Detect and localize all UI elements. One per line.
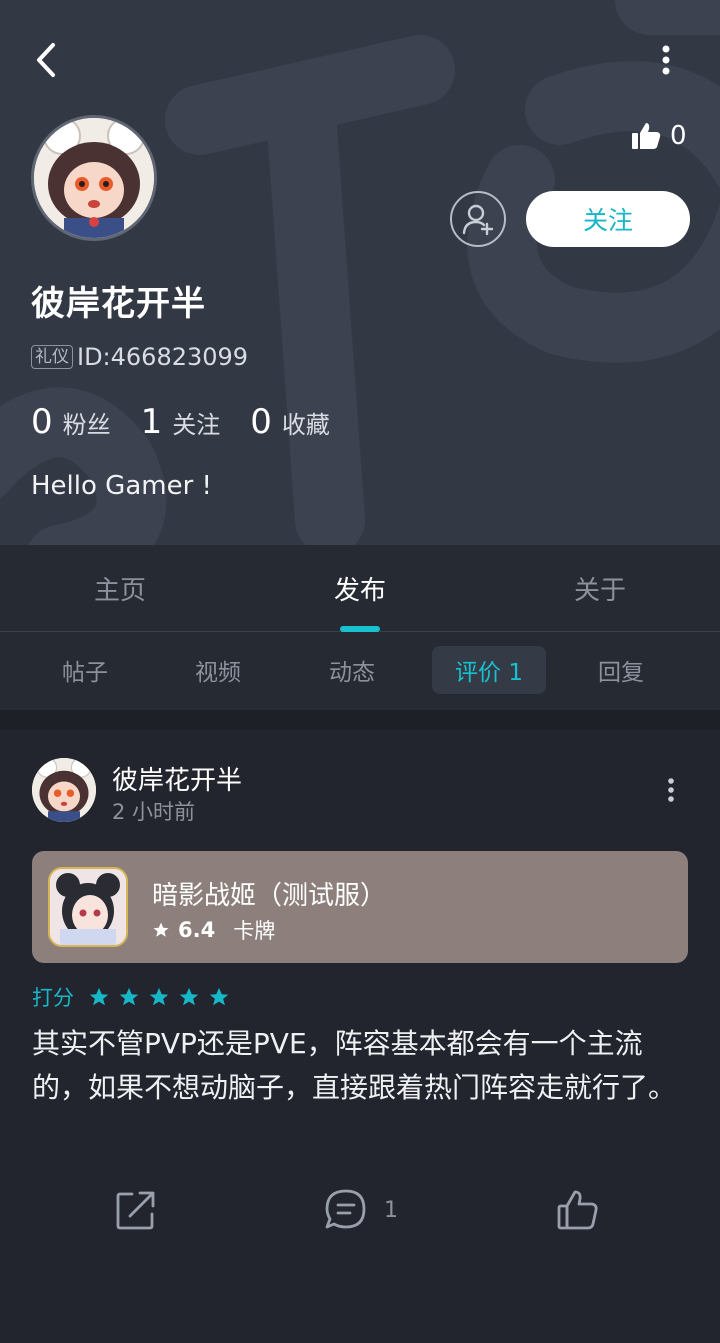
post-timestamp: 2 小时前 [112,800,196,824]
rating-label: 打分 [32,986,74,1010]
star-icon [179,987,199,1006]
profile-avatar[interactable] [31,115,157,241]
profile-bio: Hello Gamer ! [31,471,212,501]
main-tabs: 主页 发布 关于 [0,545,720,632]
subtab-moments[interactable]: 动态 [295,646,409,694]
star-icon [149,987,169,1006]
stat-favorites[interactable]: 0 收藏 [250,402,330,442]
star-icon [153,922,169,937]
chevron-left-icon [37,43,55,77]
thumbs-up-icon [557,1190,598,1230]
game-meta: 6.4 卡牌 [152,915,275,945]
star-icon [209,987,229,1006]
stat-label: 关注 [172,411,221,439]
more-options-button[interactable] [650,40,682,80]
section-divider [0,710,720,730]
subtab-videos[interactable]: 视频 [161,646,275,694]
share-button[interactable] [114,1182,158,1238]
sub-tabs: 帖子 视频 动态 评价 1 回复 [0,632,720,710]
stat-number: 0 [31,402,53,442]
game-name: 暗影战姬（测试服） [152,881,387,911]
stat-number: 0 [250,402,272,442]
stat-fans[interactable]: 0 粉丝 [31,402,111,442]
comment-icon [325,1189,366,1229]
game-score: 6.4 [178,918,216,942]
etiquette-badge[interactable]: 礼仪 [31,345,73,369]
stat-label: 粉丝 [62,411,111,439]
game-category: 卡牌 [233,919,276,943]
subtab-replies[interactable]: 回复 [564,646,678,694]
game-icon [48,867,128,947]
share-icon [116,1191,155,1230]
review-content[interactable]: 其实不管PVP还是PVE，阵容基本都会有一个主流的，如果不想动脑子，直接跟着热门… [32,1022,688,1110]
comment-button[interactable]: 1 [324,1182,398,1238]
tab-posts[interactable]: 发布 [240,545,480,631]
game-card[interactable]: 暗影战姬（测试服） 6.4 卡牌 [32,851,688,963]
profile-username: 彼岸花开半 [31,284,206,324]
subtab-reviews[interactable]: 评价 1 [432,646,546,694]
post-actions: 1 [0,1182,720,1238]
subtab-threads[interactable]: 帖子 [28,646,142,694]
comment-count: 1 [384,1197,398,1223]
stat-number: 1 [140,402,163,442]
avatar-illustration [32,758,96,822]
like-counter[interactable]: 0 [630,115,687,157]
thumbs-up-filled-icon [632,123,661,149]
like-count: 0 [670,121,687,151]
id-row: 礼仪 ID:466823099 [31,343,248,371]
user-add-icon [462,204,494,236]
follow-button[interactable]: 关注 [526,191,690,247]
post-more-button[interactable] [656,774,686,806]
profile-stats: 0 粉丝 1 关注 0 收藏 [31,402,330,442]
user-id: ID:466823099 [77,343,249,371]
post-author-avatar[interactable] [32,758,96,822]
star-icon [89,987,109,1006]
game-artwork [50,869,126,945]
add-friend-button[interactable] [450,191,506,247]
stat-label: 收藏 [281,411,330,439]
more-vertical-icon [662,45,670,75]
more-vertical-icon [668,778,674,802]
profile-header: 0 关注 彼岸花开半 礼仪 ID:466823099 0 粉丝 1 关注 0 收… [0,0,720,545]
background-watermark [0,0,720,545]
rating-row: 打分 [32,982,230,1012]
post-author-name[interactable]: 彼岸花开半 [112,760,242,797]
tab-home[interactable]: 主页 [0,545,240,631]
like-button[interactable] [556,1182,600,1238]
star-icon [119,987,139,1006]
back-button[interactable] [26,38,66,82]
review-post: 彼岸花开半 2 小时前 暗影战姬（测试服） 6.4 卡牌 打分 其实不管PVP还… [0,730,720,1343]
tab-about[interactable]: 关于 [480,545,720,631]
avatar-illustration [34,118,154,238]
stat-following[interactable]: 1 关注 [141,402,221,442]
